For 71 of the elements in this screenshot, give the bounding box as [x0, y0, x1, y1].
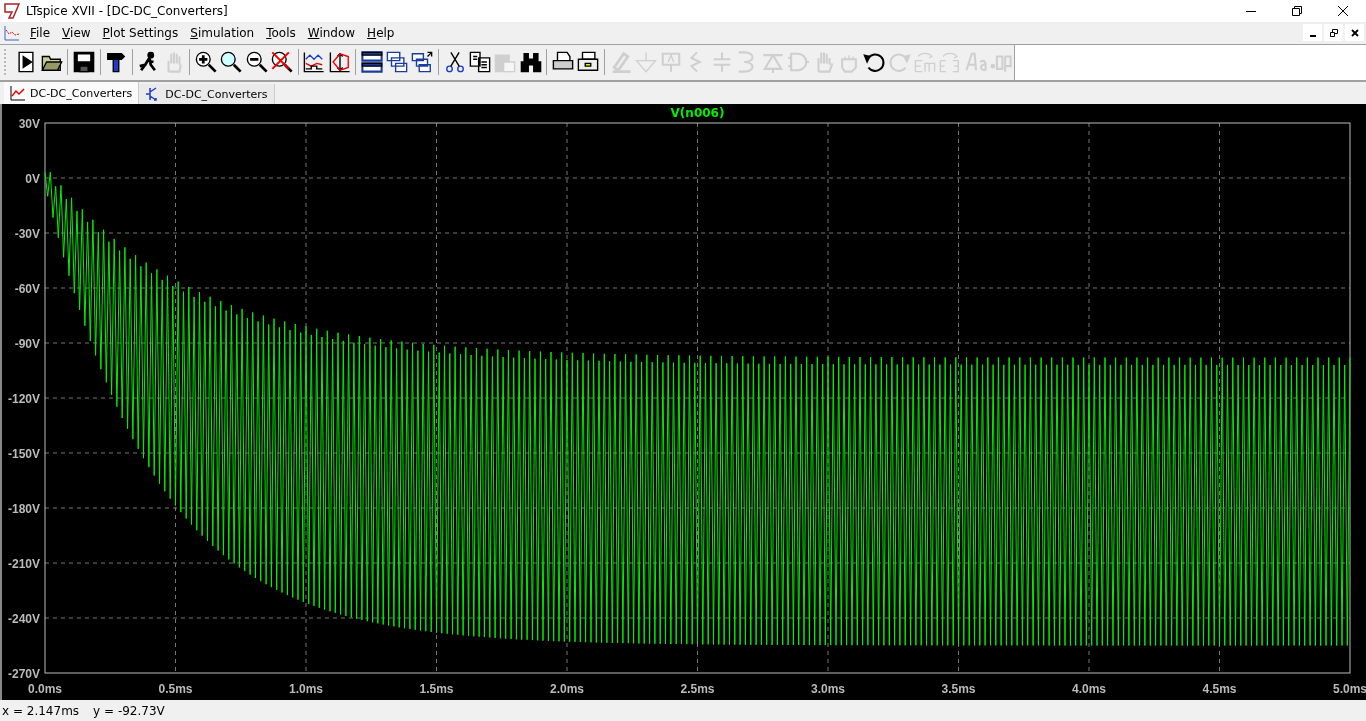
pencil-icon: [609, 51, 632, 74]
x-axis-label: 0.5ms: [158, 682, 193, 697]
document-tab[interactable]: DC-DC_Converters: [4, 82, 140, 105]
close-icon: [1350, 28, 1359, 37]
y-axis-label: -90V: [14, 337, 40, 352]
x-axis-label: 3.0ms: [811, 682, 845, 697]
magnifier-icon: [220, 51, 243, 74]
document-tab[interactable]: DC-DC_Converters: [139, 84, 275, 105]
menu-item[interactable]: View: [56, 25, 97, 40]
cursor-y-readout: y = -92.73V: [93, 703, 165, 718]
restore-icon: [1329, 28, 1338, 37]
y-axis-label: -270V: [7, 667, 40, 682]
x-axis-label: 4.5ms: [1202, 682, 1237, 697]
ground-icon: [634, 51, 657, 74]
redo-icon: [888, 51, 911, 74]
x-axis-label: 4.0ms: [1072, 682, 1106, 697]
minimize-icon: [1309, 34, 1316, 37]
scissors-icon: [443, 51, 466, 74]
restore-button[interactable]: [1324, 24, 1343, 42]
y-axis-label: -240V: [7, 612, 40, 627]
trace-label[interactable]: V(n006): [670, 106, 725, 121]
waveform-icon: [10, 85, 26, 102]
x-axis-label: 5.0ms: [1333, 682, 1366, 697]
cascade-windows-icon: [386, 51, 409, 74]
y-axis-label: -180V: [7, 502, 40, 517]
y-axis-label: -150V: [7, 447, 40, 462]
clipboard-icon: [494, 51, 517, 74]
arrange-windows-icon: [411, 51, 434, 74]
y-axis-label: -210V: [7, 557, 40, 572]
menu-item[interactable]: Help: [361, 25, 401, 40]
x-axis-label: 0.0ms: [28, 682, 62, 697]
y-axis-label: -120V: [7, 392, 40, 407]
window-title: LTspice XVII - [DC-DC_Converters]: [26, 4, 228, 18]
gate-icon: [787, 51, 810, 74]
text-icon: [964, 51, 987, 74]
x-axis-label: 2.0ms: [550, 682, 584, 697]
zoom-cancel-icon: [270, 51, 293, 74]
waveform-icon: [303, 51, 326, 74]
y-axis-label: -60V: [14, 282, 40, 297]
x-axis-label: 1.0ms: [289, 682, 323, 697]
menu-item[interactable]: Plot Settings: [96, 25, 185, 40]
x-axis-label: 3.5ms: [941, 682, 976, 697]
close-button[interactable]: [1345, 24, 1364, 42]
x-axis-label: 2.5ms: [680, 682, 715, 697]
zoom-in-icon: [194, 51, 217, 74]
diode-icon: [761, 51, 784, 74]
menu-item[interactable]: Window: [301, 25, 362, 40]
menu-item[interactable]: Simulation: [184, 25, 261, 40]
restore-icon: [1292, 6, 1302, 16]
y-axis-label: 0V: [25, 172, 40, 187]
autorange-icon: [328, 51, 351, 74]
plot-document-icon: [4, 24, 20, 41]
minimize-icon: [1246, 10, 1256, 12]
cursor-x-readout: x = 2.147ms: [2, 703, 80, 718]
tile-windows-icon: [360, 51, 383, 74]
capacitor-icon: [711, 51, 733, 74]
minimize-button[interactable]: [1303, 24, 1322, 42]
label-icon: [660, 51, 683, 74]
binoculars-icon: [519, 51, 542, 74]
printer-setup-icon: [577, 51, 600, 74]
zoom-out-icon: [245, 51, 268, 74]
hammer-icon: [105, 51, 128, 74]
undo-icon: [863, 51, 886, 74]
app-logo-icon: [4, 3, 20, 19]
menu-item[interactable]: Tools: [260, 25, 302, 40]
y-axis-label: 30V: [18, 117, 40, 132]
y-axis-label: -30V: [14, 227, 40, 242]
close-icon: [1338, 6, 1348, 16]
copy-icon: [469, 51, 491, 74]
menu-item[interactable]: File: [24, 25, 57, 40]
x-axis-label: 1.5ms: [419, 682, 454, 697]
